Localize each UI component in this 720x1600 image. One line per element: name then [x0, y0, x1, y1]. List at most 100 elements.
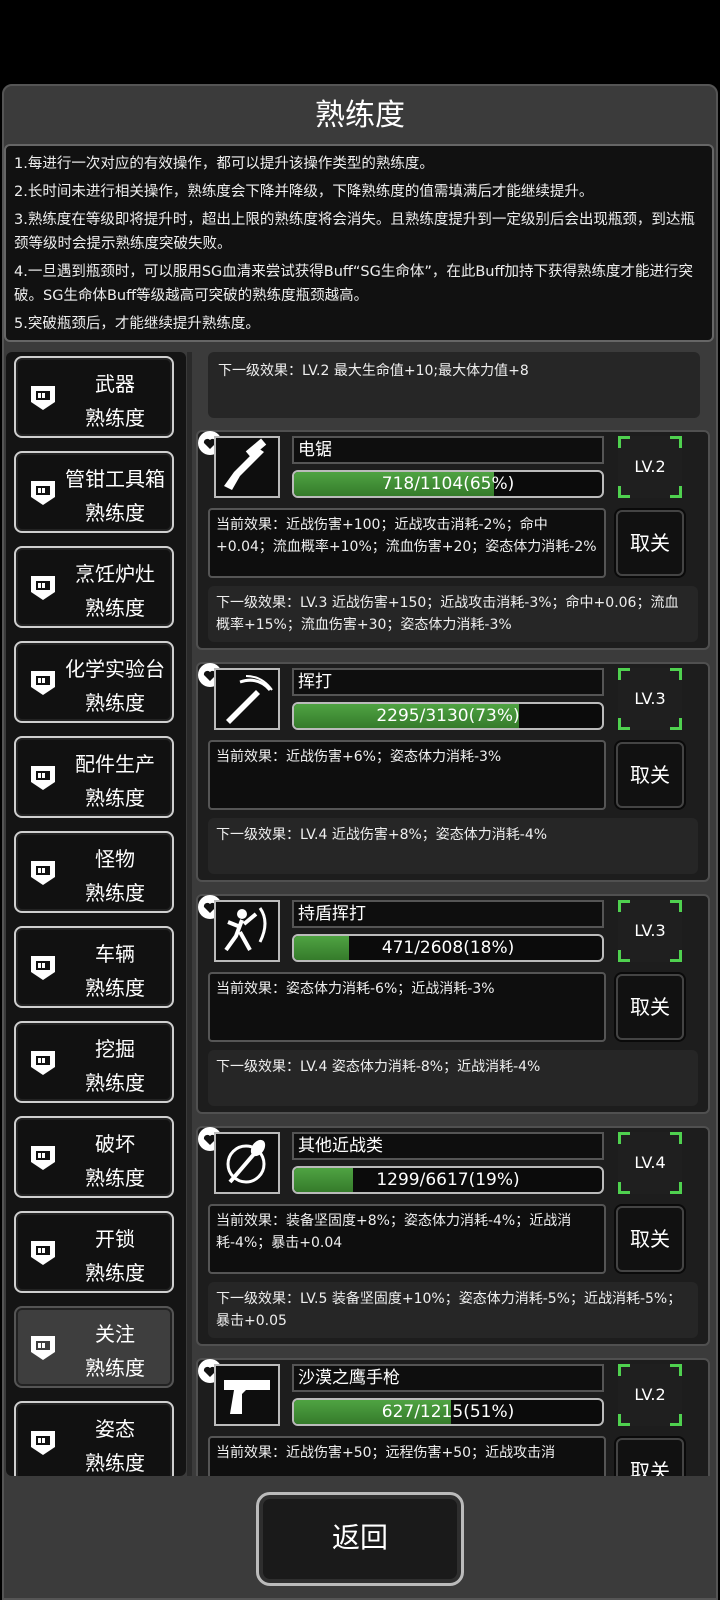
category-label: 关注	[95, 1322, 135, 1346]
progress-bar: 718/1104(65%)	[292, 470, 604, 498]
category-sublabel: 熟练度	[85, 1451, 145, 1475]
next-effect: 下一级效果：LV.4 姿态体力消耗-8%；近战消耗-4%	[208, 1050, 698, 1106]
category-wrench-toolbox[interactable]: 管钳工具箱 熟练度	[14, 451, 174, 533]
skill-card: 其他近战类 1299/6617(19%) LV.4 当前效果：装备坚固度+8%；…	[196, 1126, 710, 1346]
category-chem-lab[interactable]: 化学实验台 熟练度	[14, 641, 174, 723]
note-3: 3.熟练度在等级即将提升时，超出上限的熟练度将会消失。且熟练度提升到一定级别后会…	[14, 212, 695, 252]
progress-text: 718/1104(65%)	[381, 474, 515, 494]
category-sublabel: 熟练度	[85, 1071, 145, 1095]
category-weapon[interactable]: 武器 熟练度	[14, 356, 174, 438]
skill-list[interactable]: 下一级效果：LV.2 最大生命值+10;最大体力值+8 电锯 718/1104(…	[196, 352, 710, 1476]
desert-eagle-icon	[214, 1364, 280, 1426]
next-effect: 下一级效果：LV.3 近战伤害+150；近战攻击消耗-3%；命中+0.06；流血…	[208, 586, 698, 642]
skill-card: 沙漠之鹰手枪 627/1215(51%) LV.2 当前效果：近战伤害+50；远…	[196, 1358, 710, 1476]
progress-bar: 1299/6617(19%)	[292, 1166, 604, 1194]
skill-card: 挥打 2295/3130(73%) LV.3 当前效果：近战伤害+6%；姿态体力…	[196, 662, 710, 882]
skill-name: 挥打	[292, 668, 604, 696]
level-text: LV.3	[634, 921, 666, 940]
next-effect: 下一级效果：LV.5 装备坚固度+10%；姿态体力消耗-5%；近战消耗-5%；暴…	[208, 1282, 698, 1338]
badge-icon	[31, 1431, 55, 1455]
badge-icon	[31, 576, 55, 600]
category-digging[interactable]: 挖掘 熟练度	[14, 1021, 174, 1103]
badge-icon	[31, 386, 55, 410]
badge-icon	[31, 1051, 55, 1075]
level-badge: LV.3	[618, 668, 682, 730]
progress-bar: 627/1215(51%)	[292, 1398, 604, 1426]
category-vehicle[interactable]: 车辆 熟练度	[14, 926, 174, 1008]
level-badge: LV.4	[618, 1132, 682, 1194]
back-button[interactable]: 返回	[256, 1492, 464, 1586]
category-label: 姿态	[95, 1417, 135, 1441]
sidebar-scrollbar[interactable]	[187, 352, 192, 1476]
category-stance[interactable]: 姿态 熟练度	[14, 1401, 174, 1476]
level-badge: LV.3	[618, 900, 682, 962]
page-title: 熟练度	[315, 98, 405, 133]
level-text: LV.3	[634, 689, 666, 708]
category-label: 烹饪炉灶	[75, 562, 155, 586]
unfollow-button[interactable]: 取关	[616, 742, 684, 808]
category-label: 管钳工具箱	[65, 467, 165, 491]
category-sublabel: 熟练度	[85, 1166, 145, 1190]
skill-name: 电锯	[292, 436, 604, 464]
progress-text: 471/2608(18%)	[381, 938, 515, 958]
category-sublabel: 熟练度	[85, 976, 145, 1000]
current-effect: 当前效果：近战伤害+100；近战攻击消耗-2%；命中+0.04；流血概率+10%…	[208, 508, 606, 578]
level-badge: LV.2	[618, 436, 682, 498]
category-sublabel: 熟练度	[85, 596, 145, 620]
skill-card: 电锯 718/1104(65%) LV.2 当前效果：近战伤害+100；近战攻击…	[196, 430, 710, 650]
progress-text: 2295/3130(73%)	[376, 706, 520, 726]
progress-bar: 2295/3130(73%)	[292, 702, 604, 730]
category-followed[interactable]: 关注 熟练度	[14, 1306, 174, 1388]
unfollow-button[interactable]: 取关	[616, 974, 684, 1040]
badge-icon	[31, 481, 55, 505]
category-label: 武器	[95, 372, 135, 396]
unfollow-button[interactable]: 取关	[616, 1438, 684, 1476]
other-melee-icon	[214, 1132, 280, 1194]
category-monster[interactable]: 怪物 熟练度	[14, 831, 174, 913]
badge-icon	[31, 1336, 55, 1360]
category-sublabel: 熟练度	[85, 1356, 145, 1380]
skill-name: 持盾挥打	[292, 900, 604, 928]
badge-icon	[31, 766, 55, 790]
skill-name: 其他近战类	[292, 1132, 604, 1160]
category-label: 车辆	[95, 942, 135, 966]
note-5: 5.突破瓶颈后，才能继续提升熟练度。	[14, 316, 260, 332]
category-label: 开锁	[95, 1227, 135, 1251]
level-text: LV.4	[634, 1153, 666, 1172]
partial-next-effect: 下一级效果：LV.2 最大生命值+10;最大体力值+8	[208, 352, 700, 418]
progress-text: 627/1215(51%)	[381, 1402, 515, 1422]
category-parts-production[interactable]: 配件生产 熟练度	[14, 736, 174, 818]
progress-text: 1299/6617(19%)	[376, 1170, 520, 1190]
unfollow-button[interactable]: 取关	[616, 1206, 684, 1272]
bat-swing-icon	[214, 668, 280, 730]
category-label: 化学实验台	[65, 657, 165, 681]
category-sublabel: 熟练度	[85, 406, 145, 430]
category-sublabel: 熟练度	[85, 881, 145, 905]
badge-icon	[31, 1241, 55, 1265]
badge-icon	[31, 671, 55, 695]
next-effect: 下一级效果：LV.4 近战伤害+8%；姿态体力消耗-4%	[208, 818, 698, 874]
category-destruction[interactable]: 破坏 熟练度	[14, 1116, 174, 1198]
current-effect: 当前效果：装备坚固度+8%；姿态体力消耗-4%；近战消耗-4%；暴击+0.04	[208, 1204, 606, 1274]
shield-swing-icon	[214, 900, 280, 962]
current-effect: 当前效果：近战伤害+6%；姿态体力消耗-3%	[208, 740, 606, 810]
skill-name: 沙漠之鹰手枪	[292, 1364, 604, 1392]
category-sidebar[interactable]: 武器 熟练度 管钳工具箱 熟练度 烹饪炉灶 熟练度 化学实验台 熟练度 配件生产 熟练度 …	[6, 352, 186, 1476]
current-effect: 当前效果：姿态体力消耗-6%；近战消耗-3%	[208, 972, 606, 1042]
note-2: 2.长时间未进行相关操作，熟练度会下降并降级，下降熟练度的值需填满后才能继续提升…	[14, 184, 594, 200]
level-text: LV.2	[634, 1385, 666, 1404]
level-badge: LV.2	[618, 1364, 682, 1426]
current-effect: 当前效果：近战伤害+50；远程伤害+50；近战攻击消	[208, 1436, 606, 1476]
level-text: LV.2	[634, 457, 666, 476]
chainsaw-icon	[214, 436, 280, 498]
category-sublabel: 熟练度	[85, 786, 145, 810]
skill-card: 持盾挥打 471/2608(18%) LV.3 当前效果：姿态体力消耗-6%；近…	[196, 894, 710, 1114]
category-label: 挖掘	[95, 1037, 135, 1061]
category-lockpicking[interactable]: 开锁 熟练度	[14, 1211, 174, 1293]
progress-bar: 471/2608(18%)	[292, 934, 604, 962]
category-cooking-stove[interactable]: 烹饪炉灶 熟练度	[14, 546, 174, 628]
badge-icon	[31, 956, 55, 980]
unfollow-button[interactable]: 取关	[616, 510, 684, 576]
category-sublabel: 熟练度	[85, 691, 145, 715]
note-4: 4.一旦遇到瓶颈时，可以服用SG血清来尝试获得Buff“SG生命体”，在此Buf…	[14, 264, 693, 304]
